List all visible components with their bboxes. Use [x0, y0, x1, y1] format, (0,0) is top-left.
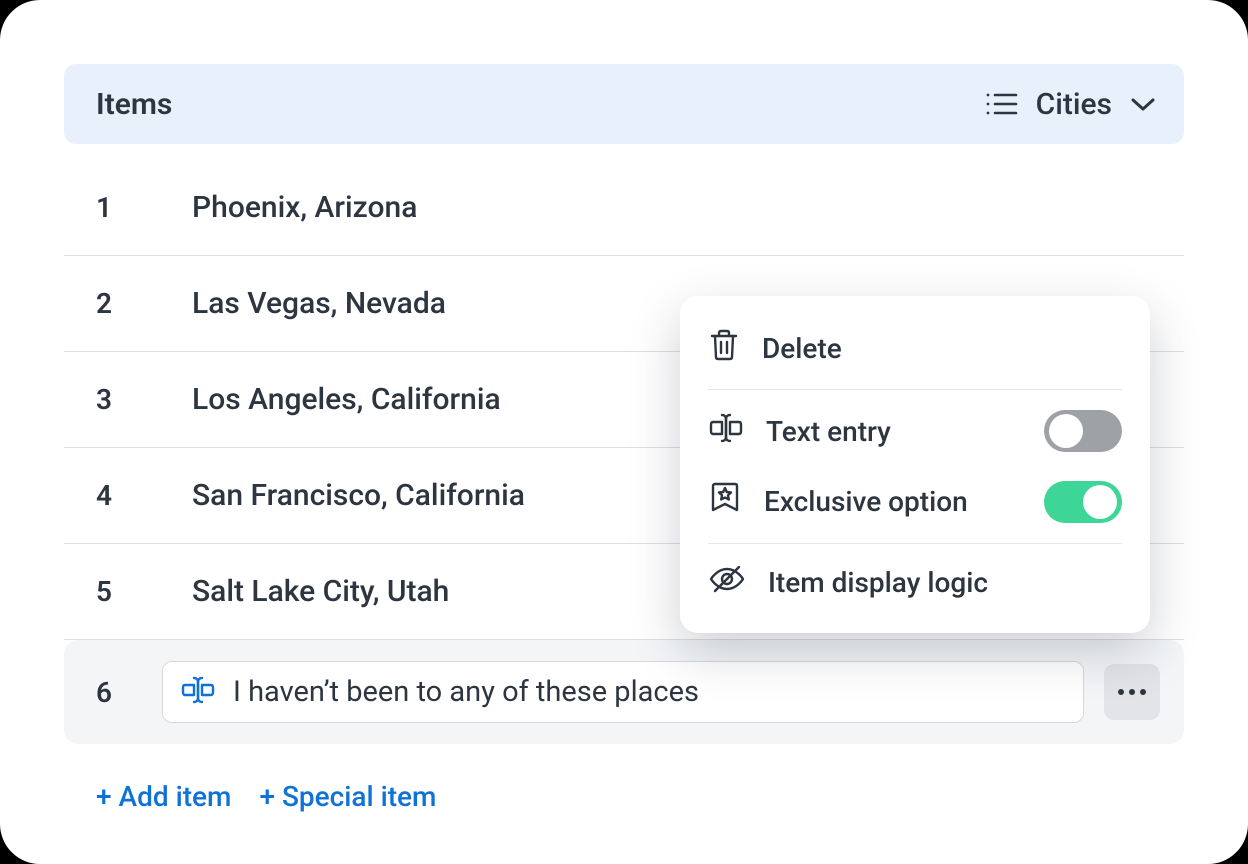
exclusive-option-label: Exclusive option [764, 485, 1022, 518]
more-icon [1118, 689, 1146, 695]
item-more-button[interactable] [1104, 664, 1160, 720]
eye-off-icon [708, 564, 746, 601]
item-label: Phoenix, Arizona [192, 190, 417, 225]
text-entry-toggle[interactable] [1044, 410, 1122, 452]
items-panel: Items Cities 1 P [0, 0, 1248, 864]
add-item-button[interactable]: + Add item [96, 780, 231, 813]
items-header: Items Cities [64, 64, 1184, 144]
item-text-input[interactable]: I haven’t been to any of these places [162, 661, 1084, 723]
header-title: Items [96, 87, 172, 122]
add-special-item-button[interactable]: + Special item [259, 780, 436, 813]
import-selector-label: Cities [1036, 87, 1112, 122]
list-icon [984, 91, 1018, 117]
popover-divider [708, 543, 1122, 544]
popover-divider [708, 389, 1122, 390]
chevron-down-icon [1130, 96, 1156, 112]
import-selector[interactable]: Cities [984, 87, 1156, 122]
item-label: Salt Lake City, Utah [192, 574, 449, 609]
item-options-popover: Delete Text entry Exclu [680, 296, 1150, 633]
item-number: 2 [96, 287, 192, 320]
item-label: Las Vegas, Nevada [192, 286, 446, 321]
item-number: 1 [96, 191, 192, 224]
list-item-editing: 6 I haven’t been to any of these places [64, 640, 1184, 744]
item-number: 5 [96, 575, 192, 608]
list-item[interactable]: 1 Phoenix, Arizona [64, 160, 1184, 256]
item-display-logic-button[interactable]: Item display logic [680, 550, 1150, 615]
exclusive-option-toggle[interactable] [1044, 481, 1122, 523]
delete-item-button[interactable]: Delete [680, 314, 1150, 383]
item-text-value: I haven’t been to any of these places [233, 675, 699, 709]
item-number: 3 [96, 383, 192, 416]
text-entry-option: Text entry [680, 396, 1150, 466]
item-number: 6 [96, 676, 162, 709]
text-entry-label: Text entry [766, 415, 1022, 448]
exclusive-badge-icon [708, 480, 742, 523]
item-number: 4 [96, 479, 192, 512]
item-label: San Francisco, California [192, 478, 525, 513]
item-label: Los Angeles, California [192, 382, 501, 417]
exclusive-option: Exclusive option [680, 466, 1150, 537]
trash-icon [708, 328, 740, 369]
text-cursor-icon [708, 412, 744, 451]
text-cursor-icon [181, 675, 215, 709]
list-footer: + Add item + Special item [64, 780, 1184, 813]
delete-label: Delete [762, 332, 1122, 365]
item-display-logic-label: Item display logic [768, 566, 1122, 599]
